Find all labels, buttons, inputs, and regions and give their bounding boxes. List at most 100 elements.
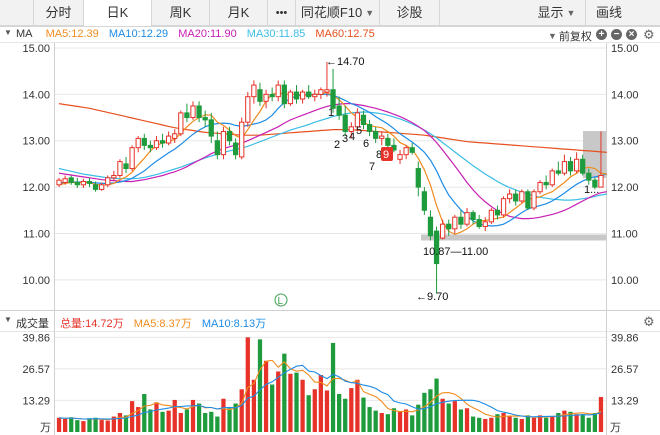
candle bbox=[482, 217, 488, 232]
candle-body bbox=[275, 84, 281, 98]
volume-bar bbox=[93, 417, 98, 432]
candle-body bbox=[440, 223, 446, 239]
volume-bar bbox=[361, 397, 366, 432]
candle bbox=[513, 189, 519, 206]
volume-tick-left: 39.86 bbox=[22, 332, 50, 344]
volume-bar bbox=[397, 411, 403, 432]
candle bbox=[519, 189, 525, 204]
volume-bar bbox=[69, 417, 74, 432]
volume-bar bbox=[385, 414, 390, 432]
seq-label: 6 bbox=[363, 138, 369, 150]
candle bbox=[117, 159, 123, 178]
volume-bar bbox=[391, 408, 397, 432]
candle-body bbox=[105, 177, 111, 186]
candle-body bbox=[470, 212, 476, 221]
seq-label: 1 bbox=[328, 107, 334, 119]
volume-tick-right: 13.29 bbox=[611, 395, 639, 407]
volume-bar bbox=[355, 379, 360, 432]
volume-bar bbox=[75, 420, 80, 432]
volume-bar bbox=[172, 399, 177, 432]
volume-bar bbox=[166, 410, 171, 432]
candle-body bbox=[92, 184, 99, 190]
volume-bar bbox=[592, 413, 597, 432]
candle-body bbox=[336, 105, 342, 116]
candle bbox=[166, 131, 172, 146]
candle bbox=[488, 207, 494, 225]
seq-label: 4 bbox=[349, 131, 355, 143]
volume-tick-left: 13.29 bbox=[22, 395, 50, 407]
candle-body bbox=[567, 161, 574, 172]
candle-body bbox=[166, 135, 172, 144]
candle bbox=[366, 119, 373, 137]
volume-bar bbox=[477, 417, 482, 432]
l-marker-label: L bbox=[278, 296, 284, 307]
volume-bar bbox=[245, 337, 250, 432]
price-tick-left: 14.00 bbox=[22, 89, 50, 101]
support-label: 10.87—11.00 bbox=[423, 246, 488, 258]
candle-body bbox=[446, 223, 452, 230]
price-tick-left: 10.00 bbox=[22, 275, 50, 287]
volume-bar bbox=[586, 417, 591, 432]
candle-body bbox=[269, 93, 275, 98]
candle-body bbox=[342, 114, 348, 132]
candle bbox=[153, 136, 160, 150]
volume-bar bbox=[294, 372, 299, 432]
candle-body bbox=[62, 178, 68, 183]
candle bbox=[275, 80, 281, 102]
candle-body bbox=[525, 191, 531, 209]
candle bbox=[458, 210, 464, 229]
volume-bar bbox=[117, 413, 123, 432]
candle-body bbox=[208, 119, 214, 137]
volume-bar bbox=[227, 408, 232, 432]
candle-body bbox=[129, 147, 135, 170]
candle bbox=[214, 131, 220, 160]
kline-chart[interactable]: 15.00 15.00 14.00 14.00 13.00 13.00 12.00 12.00… bbox=[0, 0, 660, 435]
volume-bar bbox=[190, 399, 196, 432]
candle-body bbox=[202, 117, 208, 121]
candle bbox=[257, 82, 263, 106]
candle-body bbox=[214, 140, 220, 156]
volume-bar bbox=[422, 392, 427, 432]
candle-body bbox=[519, 191, 525, 202]
candle-body bbox=[488, 209, 494, 223]
price-tick-left: 15.00 bbox=[22, 43, 50, 55]
candle-body bbox=[172, 133, 178, 139]
seq-label: 9 bbox=[383, 149, 389, 161]
candle-body bbox=[56, 179, 62, 186]
volume-unit-right: 万 bbox=[610, 422, 621, 434]
candle-body bbox=[549, 170, 555, 186]
volume-bar bbox=[562, 410, 567, 432]
candle bbox=[293, 85, 300, 104]
candle-body bbox=[239, 121, 245, 158]
price-tick-right: 11.00 bbox=[611, 228, 638, 240]
price-tick-right: 12.00 bbox=[611, 182, 639, 194]
candle bbox=[56, 177, 62, 188]
candle-body bbox=[135, 137, 141, 149]
candle bbox=[409, 143, 415, 155]
volume-tick-right: 39.86 bbox=[611, 332, 639, 344]
volume-bar bbox=[178, 413, 183, 432]
candle-body bbox=[573, 158, 580, 172]
candle bbox=[287, 89, 294, 106]
candle bbox=[427, 210, 434, 241]
volume-bar bbox=[203, 413, 208, 432]
candle-body bbox=[80, 181, 87, 186]
volume-bar bbox=[99, 420, 104, 432]
candle-body bbox=[330, 89, 336, 109]
candle bbox=[415, 161, 421, 197]
candle bbox=[561, 154, 568, 176]
candle bbox=[86, 177, 93, 188]
volume-bar bbox=[330, 342, 336, 432]
candle-body bbox=[373, 130, 379, 139]
candle-body bbox=[513, 193, 519, 202]
candle bbox=[251, 80, 257, 104]
volume-bar bbox=[209, 411, 214, 432]
volume-bar bbox=[270, 384, 275, 432]
candle-body bbox=[257, 89, 263, 102]
volume-bar bbox=[148, 409, 153, 432]
volume-bar bbox=[410, 415, 415, 432]
candle-body bbox=[99, 184, 105, 190]
candle-body bbox=[543, 181, 549, 186]
candle bbox=[263, 89, 269, 109]
candle bbox=[281, 80, 287, 109]
